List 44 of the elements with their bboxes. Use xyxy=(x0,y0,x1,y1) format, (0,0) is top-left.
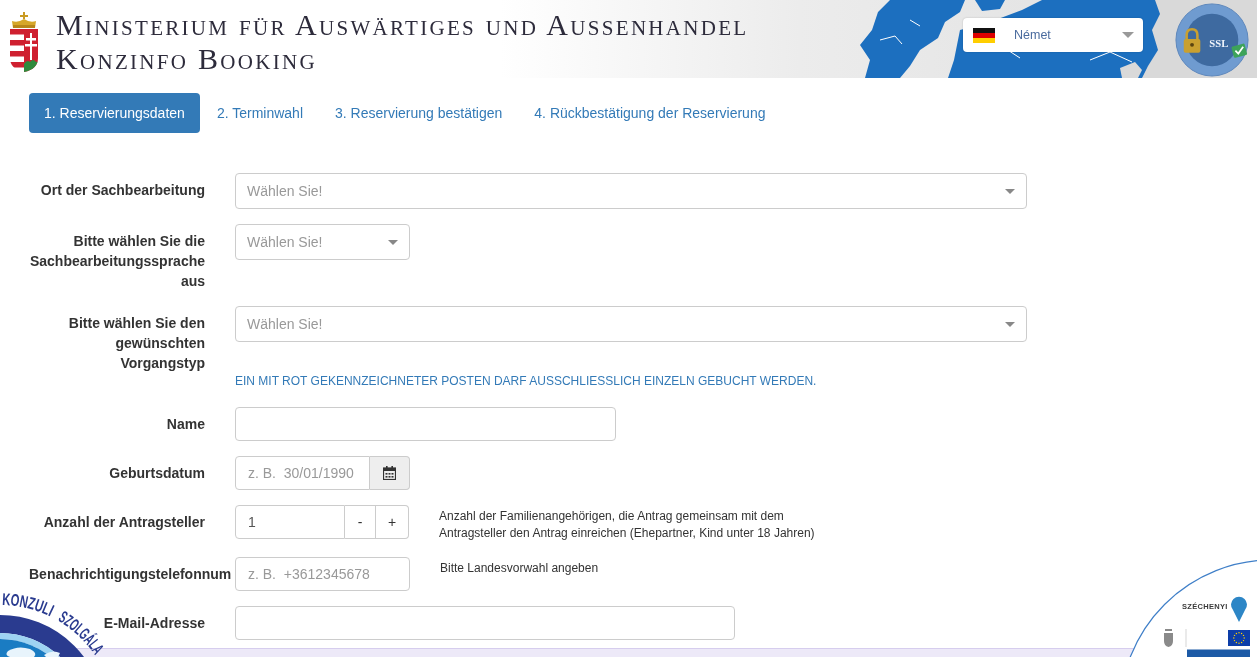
ministry-title: Ministerium für Auswärtiges und Aussenhandel xyxy=(56,8,749,42)
field-label: E-Mail-Adresse xyxy=(103,615,205,631)
caret-icon xyxy=(1122,32,1134,38)
shield-icon xyxy=(1164,629,1173,647)
logo-banner xyxy=(1187,649,1250,657)
eu-flag-icon xyxy=(1228,630,1250,646)
calendar-icon xyxy=(383,466,396,480)
calendar-button[interactable] xyxy=(370,456,410,490)
booking-title: Konzinfo Booking xyxy=(56,42,317,76)
field-label: Benachrichtigungstelefonnum xyxy=(29,566,232,582)
check-icon xyxy=(1231,43,1248,59)
field-label: Anzahl der Antragsteller xyxy=(43,514,205,530)
dropdown-field[interactable]: Wählen Sie! xyxy=(235,306,1027,342)
notice-text: EIN MIT ROT GEKENNZEICHNETER POSTEN DARF AUSSCHLIESSLICH EINZELN GEBUCHT WERDEN. xyxy=(235,373,817,390)
field-label: Geburtsdatum xyxy=(109,465,205,481)
field-label: Ort der Sachbearbeitung xyxy=(40,182,205,198)
caret-icon xyxy=(388,239,398,245)
number-input[interactable]: 1 xyxy=(235,505,345,539)
german-flag-icon xyxy=(973,27,995,43)
padlock-icon xyxy=(1183,28,1201,53)
field-label: Bitte wählen Sie den gewünschten Vorgangstyp xyxy=(68,315,205,371)
decrement-button[interactable]: - xyxy=(345,505,376,539)
text-input[interactable] xyxy=(235,407,616,441)
field-label: Name xyxy=(166,416,205,432)
step-tab[interactable]: 2. Terminwahl xyxy=(201,93,318,133)
coat-of-arms-icon xyxy=(8,12,40,72)
date-input[interactable]: z. B. 30/01/1990 xyxy=(235,456,370,490)
text-input[interactable] xyxy=(235,606,735,640)
dropdown-field[interactable]: Wählen Sie! xyxy=(235,224,410,260)
language-select[interactable]: Német xyxy=(963,18,1143,52)
step-tab[interactable]: 4. Rückbestätigung der Reservierung xyxy=(519,93,781,133)
text-input[interactable]: z. B. +3612345678 xyxy=(235,557,410,591)
map-pin-icon xyxy=(1231,596,1247,622)
caret-icon xyxy=(1005,321,1015,327)
dropdown-field[interactable]: Wählen Sie! xyxy=(235,173,1027,209)
increment-button[interactable]: + xyxy=(376,505,409,539)
help-text: Anzahl der Familienangehörigen, die Antrag gemeinsam mit dem Antragsteller den Antrag einreichen (Ehepartner, Kind unter 18 Jahren) xyxy=(439,508,816,542)
help-text: Bitte Landesvorwahl angeben xyxy=(440,560,600,577)
caret-icon xyxy=(1005,188,1015,194)
step-tab[interactable]: 3. Reservierung bestätigen xyxy=(320,93,518,133)
field-label: Bitte wählen Sie die Sachbearbeitungssprache aus xyxy=(29,233,205,289)
step-tab[interactable]: 1. Reservierungsdaten xyxy=(29,93,200,133)
logo-text: KONZULI xyxy=(1,589,59,621)
seal-text: SSL xyxy=(1209,36,1229,49)
